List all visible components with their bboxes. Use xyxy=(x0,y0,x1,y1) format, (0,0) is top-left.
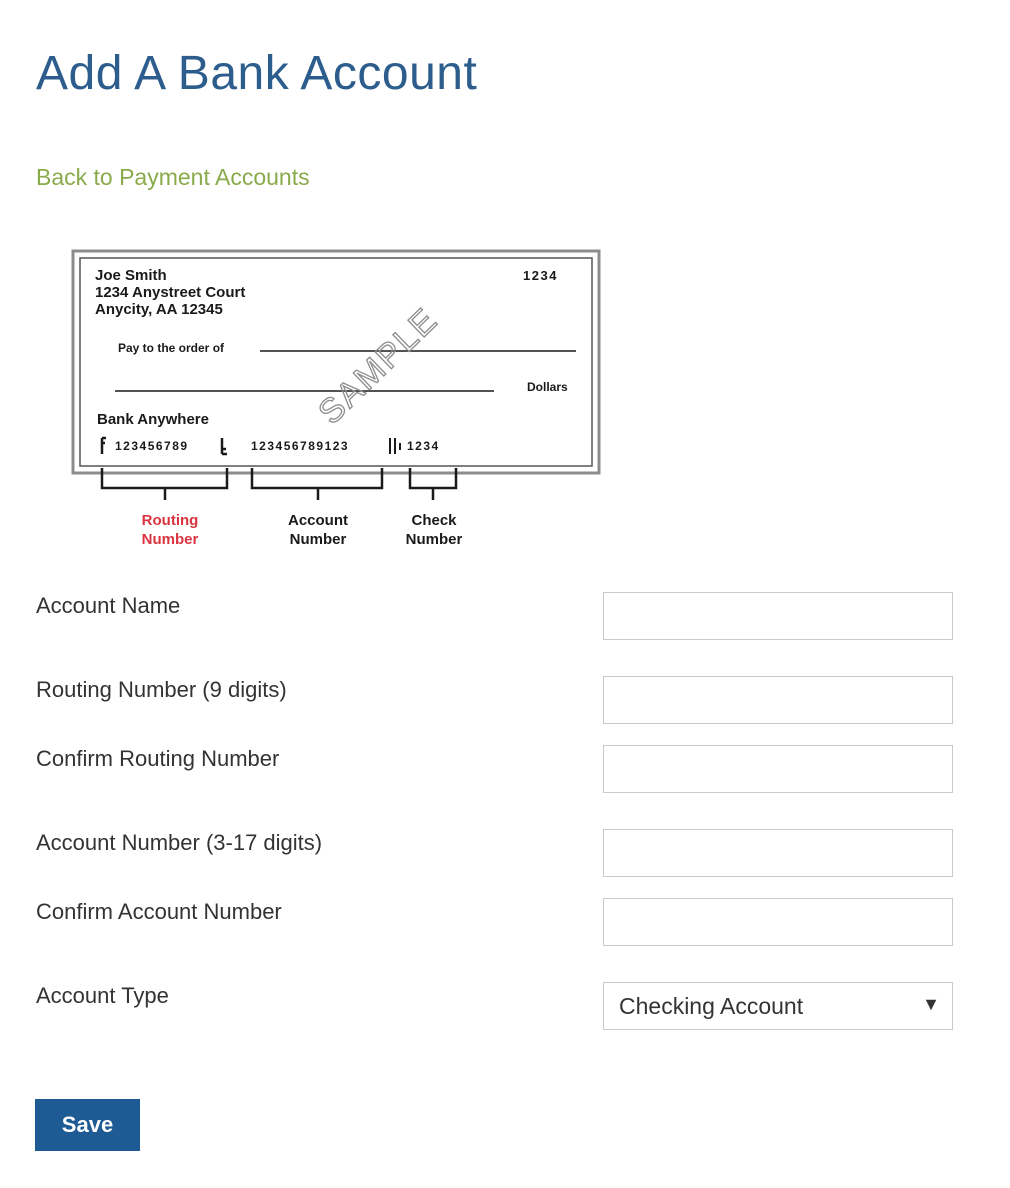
check-pay-to-label: Pay to the order of xyxy=(118,341,225,355)
routing-number-label-line2: Number xyxy=(142,531,199,548)
confirm-account-number-label: Confirm Account Number xyxy=(36,899,282,924)
confirm-routing-number-input[interactable] xyxy=(603,745,953,793)
check-number-top: 1234 xyxy=(523,268,558,283)
account-type-select[interactable]: Checking Account ▼ xyxy=(603,982,953,1030)
routing-number-label: Routing Number (9 digits) xyxy=(36,677,287,702)
account-number-label-line2: Number xyxy=(290,531,347,548)
confirm-account-number-input[interactable] xyxy=(603,898,953,946)
account-type-selected-value: Checking Account xyxy=(619,993,804,1019)
account-type-label: Account Type xyxy=(36,983,169,1008)
check-bank-name: Bank Anywhere xyxy=(97,411,209,428)
confirm-routing-number-label: Confirm Routing Number xyxy=(36,746,280,771)
account-name-label: Account Name xyxy=(36,593,181,618)
check-check-digits: 1234 xyxy=(407,439,440,453)
check-number-label-line2: Number xyxy=(406,531,463,548)
account-number-label: Account Number (3-17 digits) xyxy=(36,830,323,855)
save-button[interactable]: Save xyxy=(35,1099,140,1151)
page-title: Add A Bank Account xyxy=(36,47,478,100)
check-name: Joe Smith xyxy=(95,267,167,284)
check-account-digits: 123456789123 xyxy=(251,439,349,453)
account-number-label-line1: Account xyxy=(288,512,348,529)
check-address-line1: 1234 Anystreet Court xyxy=(95,284,245,301)
back-to-payment-accounts-link[interactable]: Back to Payment Accounts xyxy=(36,164,310,191)
check-routing-digits: 123456789 xyxy=(115,439,189,453)
add-bank-account-page: Add A Bank Account Back to Payment Accou… xyxy=(0,0,1010,1188)
routing-number-label-line1: Routing xyxy=(142,512,199,529)
chevron-down-icon: ▼ xyxy=(922,994,940,1014)
check-dollars-label: Dollars xyxy=(527,380,568,394)
check-number-label-line1: Check xyxy=(411,512,457,529)
account-name-input[interactable] xyxy=(603,592,953,640)
check-address-line2: Anycity, AA 12345 xyxy=(95,301,223,318)
sample-check-image: Joe Smith 1234 Anystreet Court Anycity, … xyxy=(70,248,610,558)
account-number-input[interactable] xyxy=(603,829,953,877)
routing-number-input[interactable] xyxy=(603,676,953,724)
